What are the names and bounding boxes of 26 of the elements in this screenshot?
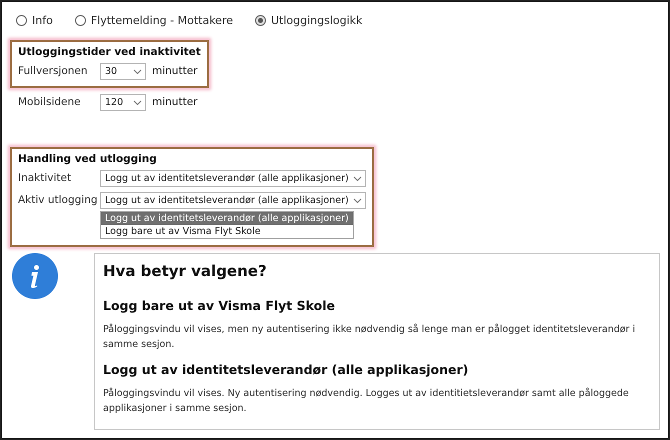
section-title: Utloggingstider ved inaktivitet — [18, 46, 201, 58]
field-label: Inaktivitet — [18, 171, 72, 184]
select-field[interactable]: Logg ut av identitetsleverandør (alle applikasjoner) — [100, 192, 366, 209]
radio-tab[interactable]: Flyttemelding - Mottakere — [74, 14, 233, 26]
select-field[interactable]: 30 — [100, 63, 146, 80]
select-field[interactable]: Logg ut av identitetsleverandør (alle applikasjoner) — [100, 170, 366, 187]
chevron-down-icon — [133, 100, 142, 106]
chevron-down-icon — [352, 176, 362, 182]
radio-tab[interactable]: Info — [16, 14, 53, 26]
field-label: Mobilsidene — [18, 95, 82, 108]
info-heading: Logg bare ut av Visma Flyt Skole — [103, 298, 336, 313]
info-icon — [12, 253, 58, 299]
radio-tab[interactable]: Utloggingslogikk — [255, 14, 362, 26]
info-text: Påloggingsvindu vil vises, men ny autentisering ikke nødvendig så lenge man er pålogget identitetsleverandør i samme sesjon. — [103, 323, 636, 352]
info-title: Hva betyr valgene? — [103, 262, 268, 280]
dropdown-option[interactable]: Logg ut av identitetsleverandør (alle applikasjoner) — [101, 212, 353, 225]
unit-label: minutter — [152, 64, 198, 77]
info-heading: Logg ut av identitetsleverandør (alle applikasjoner) — [103, 362, 470, 378]
unit-label: minutter — [152, 95, 198, 108]
info-text: Påloggingsvindu vil vises. Ny autentisering nødvendig. Logges ut av identitietsleverandør samt alle påloggede applikasjoner i samme sesjon. — [103, 387, 630, 416]
section-title: Handling ved utlogging — [18, 153, 158, 165]
chevron-down-icon — [352, 198, 362, 204]
chevron-down-icon — [133, 68, 142, 74]
field-label: Aktiv utlogging — [18, 193, 99, 206]
select-field[interactable]: 120 — [100, 94, 146, 111]
field-label: Fullversjonen — [18, 64, 89, 77]
